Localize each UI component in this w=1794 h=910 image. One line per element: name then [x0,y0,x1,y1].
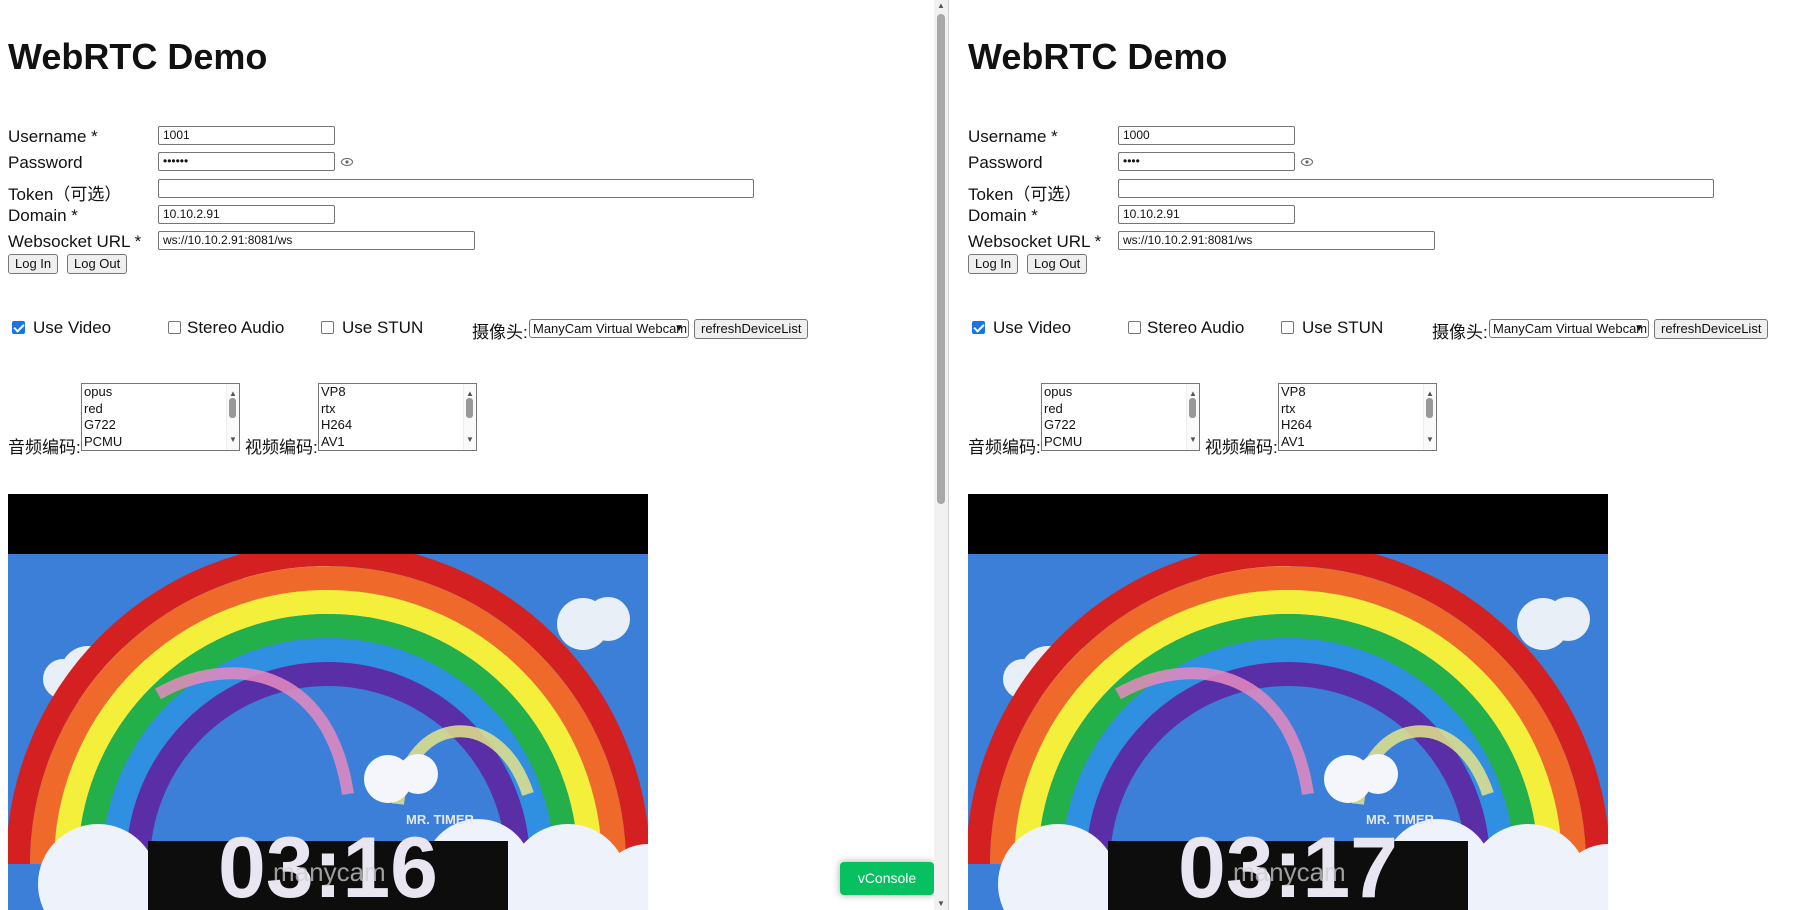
chevron-down-icon: ▼ [1634,323,1644,334]
camera-label: 摄像头: [472,323,528,342]
video-codec-option[interactable]: H264 [319,417,476,434]
password-label: Password [968,153,1043,172]
manycam-watermark: manycam [1233,857,1346,887]
chevron-down-icon: ▼ [674,323,684,334]
manycam-watermark: manycam [273,857,386,887]
websocket-url-input[interactable]: ws://10.10.2.91:8081/ws [1118,231,1435,250]
camera-select-value: ManyCam Virtual Webcam [533,321,688,336]
stereo-audio-checkbox[interactable] [1128,321,1141,334]
audio-codec-label: 音频编码: [8,438,81,457]
stereo-audio-label: Stereo Audio [187,318,285,337]
audio-codec-option[interactable]: opus [82,384,239,401]
audio-codec-listbox[interactable]: opus red G722 PCMU ▲ ▼ [1041,383,1200,451]
video-codec-label: 视频编码: [245,438,318,457]
listbox-scrollbar[interactable]: ▲ ▼ [226,384,239,450]
scroll-down-icon[interactable]: ▼ [229,432,237,449]
token-input[interactable] [158,179,754,198]
username-label: Username * [968,127,1058,146]
password-input[interactable]: •••••• [158,152,335,171]
username-input[interactable]: 1000 [1118,126,1295,145]
password-label: Password [8,153,83,172]
domain-input[interactable]: 10.10.2.91 [158,205,335,224]
audio-codec-option[interactable]: red [82,401,239,418]
stereo-audio-label: Stereo Audio [1147,318,1245,337]
left-pane-scrollbar[interactable]: ▲ ▼ [934,0,949,910]
username-input[interactable]: 1001 [158,126,335,145]
password-input[interactable]: •••• [1118,152,1295,171]
scroll-up-icon[interactable]: ▲ [937,2,945,10]
scroll-thumb[interactable] [1189,398,1196,418]
video-codec-listbox[interactable]: VP8 rtx H264 AV1 ▲ ▼ [318,383,477,451]
scroll-thumb[interactable] [466,398,473,418]
websocket-url-input[interactable]: ws://10.10.2.91:8081/ws [158,231,475,250]
use-stun-checkbox[interactable] [321,321,334,334]
camera-label: 摄像头: [1432,323,1488,342]
vconsole-button[interactable]: vConsole [840,862,934,895]
right-demo-pane: WebRTC Demo Username * 1000 Password •••… [950,0,1794,910]
local-video: MR. TIMER 03:17 manycam [968,494,1608,910]
log-out-button[interactable]: Log Out [1027,254,1088,274]
token-label: Token（可选） [8,185,122,204]
domain-input[interactable]: 10.10.2.91 [1118,205,1295,224]
listbox-scrollbar[interactable]: ▲ ▼ [1423,384,1436,450]
scroll-thumb[interactable] [1426,398,1433,418]
scroll-down-icon[interactable]: ▼ [466,432,474,449]
camera-select[interactable]: ManyCam Virtual Webcam ▼ [1489,319,1649,338]
video-codec-label: 视频编码: [1205,438,1278,457]
use-video-checkbox[interactable] [972,321,985,334]
audio-codec-option[interactable]: G722 [1042,417,1199,434]
log-out-button[interactable]: Log Out [67,254,128,274]
eye-icon[interactable] [341,158,353,166]
websocket-url-label: Websocket URL * [8,232,142,251]
token-label: Token（可选） [968,185,1082,204]
audio-codec-label: 音频编码: [968,438,1041,457]
local-video: MR. TIMER 03:16 manycam [8,494,648,910]
eye-icon[interactable] [1301,158,1313,166]
video-codec-option[interactable]: VP8 [1279,384,1436,401]
scroll-thumb[interactable] [937,14,945,504]
audio-codec-option[interactable]: PCMU [1042,434,1199,451]
video-codec-option[interactable]: H264 [1279,417,1436,434]
listbox-scrollbar[interactable]: ▲ ▼ [463,384,476,450]
audio-codec-option[interactable]: opus [1042,384,1199,401]
video-codec-listbox[interactable]: VP8 rtx H264 AV1 ▲ ▼ [1278,383,1437,451]
log-in-button[interactable]: Log In [8,254,59,274]
audio-codec-option[interactable]: G722 [82,417,239,434]
domain-label: Domain * [968,206,1038,225]
camera-select[interactable]: ManyCam Virtual Webcam ▼ [529,319,689,338]
video-codec-option[interactable]: VP8 [319,384,476,401]
use-stun-label: Use STUN [1302,318,1384,337]
video-codec-option[interactable]: rtx [319,401,476,418]
camera-select-value: ManyCam Virtual Webcam [1493,321,1648,336]
left-demo-pane: WebRTC Demo Username * 1001 Password •••… [0,0,934,910]
use-stun-checkbox[interactable] [1281,321,1294,334]
audio-codec-listbox[interactable]: opus red G722 PCMU ▲ ▼ [81,383,240,451]
websocket-url-label: Websocket URL * [968,232,1102,251]
use-video-label: Use Video [993,318,1072,337]
page-title: WebRTC Demo [8,36,268,77]
audio-codec-option[interactable]: red [1042,401,1199,418]
scroll-down-icon[interactable]: ▼ [1189,432,1197,449]
stereo-audio-checkbox[interactable] [168,321,181,334]
use-video-label: Use Video [33,318,112,337]
page-title: WebRTC Demo [968,36,1228,77]
token-input[interactable] [1118,179,1714,198]
scroll-thumb[interactable] [229,398,236,418]
log-in-button[interactable]: Log In [968,254,1019,274]
audio-codec-option[interactable]: PCMU [82,434,239,451]
listbox-scrollbar[interactable]: ▲ ▼ [1186,384,1199,450]
refresh-device-list-button[interactable]: refreshDeviceList [694,319,809,339]
video-codec-option[interactable]: rtx [1279,401,1436,418]
use-video-checkbox[interactable] [12,321,25,334]
video-codec-option[interactable]: AV1 [319,434,476,451]
scroll-down-icon[interactable]: ▼ [1426,432,1434,449]
video-codec-option[interactable]: AV1 [1279,434,1436,451]
username-label: Username * [8,127,98,146]
scroll-down-icon[interactable]: ▼ [937,900,945,908]
refresh-device-list-button[interactable]: refreshDeviceList [1654,319,1769,339]
domain-label: Domain * [8,206,78,225]
use-stun-label: Use STUN [342,318,424,337]
